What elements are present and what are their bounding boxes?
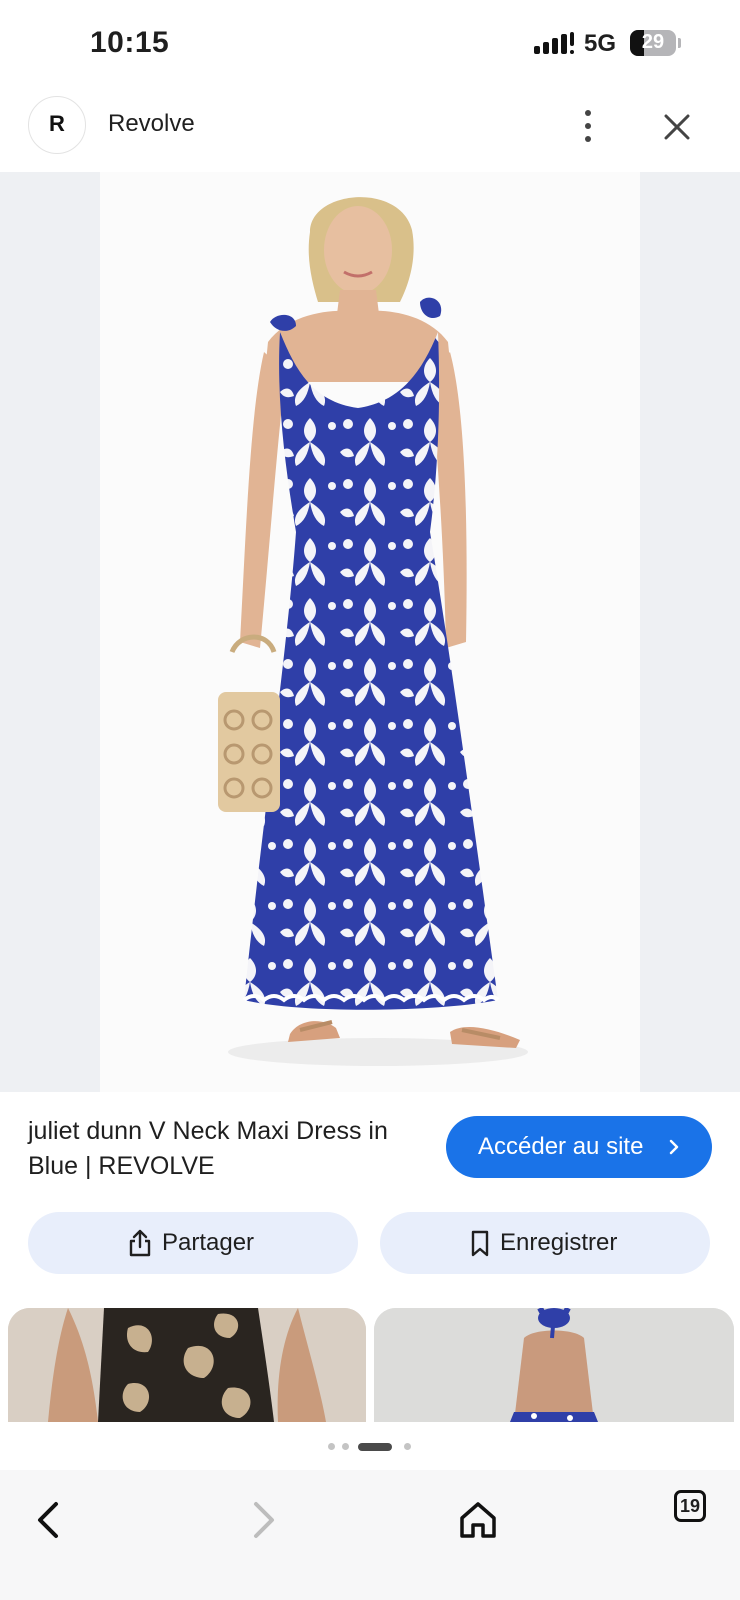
clock: 10:15 (90, 26, 170, 59)
share-label: Partager (162, 1229, 255, 1256)
pager-dot (404, 1443, 411, 1450)
bookmark-icon (471, 1230, 489, 1257)
site-name[interactable]: Revolve (108, 110, 195, 138)
model-photo (218, 197, 528, 1066)
forward-icon[interactable] (232, 1490, 292, 1550)
signal-icon (534, 32, 574, 54)
battery-level: 29 (641, 31, 665, 53)
share-icon (129, 1229, 151, 1257)
product-image[interactable] (100, 172, 640, 1092)
pager-dot-active (358, 1443, 392, 1451)
chevron-right-icon (669, 1139, 679, 1155)
browser-toolbar (0, 1470, 740, 1600)
related-image-2 (374, 1308, 734, 1422)
result-header: R Revolve (0, 88, 740, 168)
pager-dot (342, 1443, 349, 1450)
save-button[interactable]: Enregistrer (380, 1212, 710, 1274)
related-result-1[interactable] (8, 1308, 366, 1422)
home-icon[interactable] (448, 1490, 508, 1550)
image-viewer[interactable] (0, 172, 740, 1092)
related-image-1 (8, 1308, 366, 1422)
more-vert-icon[interactable] (578, 108, 598, 144)
status-bar: 10:15 5G 29 (0, 0, 740, 84)
site-favicon[interactable]: R (28, 96, 86, 154)
carousel-indicator (328, 1440, 418, 1452)
save-label: Enregistrer (500, 1229, 618, 1256)
back-icon[interactable] (20, 1490, 80, 1550)
pager-dot (328, 1443, 335, 1450)
visit-site-label: Accéder au site (478, 1133, 644, 1160)
related-result-2[interactable] (374, 1308, 734, 1422)
tabs-button[interactable]: 19 (674, 1490, 706, 1522)
visit-site-button[interactable]: Accéder au site (446, 1116, 712, 1178)
result-title[interactable]: juliet dunn V Neck Maxi Dress in Blue | … (28, 1114, 418, 1184)
share-button[interactable]: Partager (28, 1212, 358, 1274)
network-type: 5G (584, 30, 617, 57)
close-icon[interactable] (660, 110, 694, 144)
battery-icon: 29 (630, 30, 682, 56)
favicon-letter: R (49, 111, 65, 136)
